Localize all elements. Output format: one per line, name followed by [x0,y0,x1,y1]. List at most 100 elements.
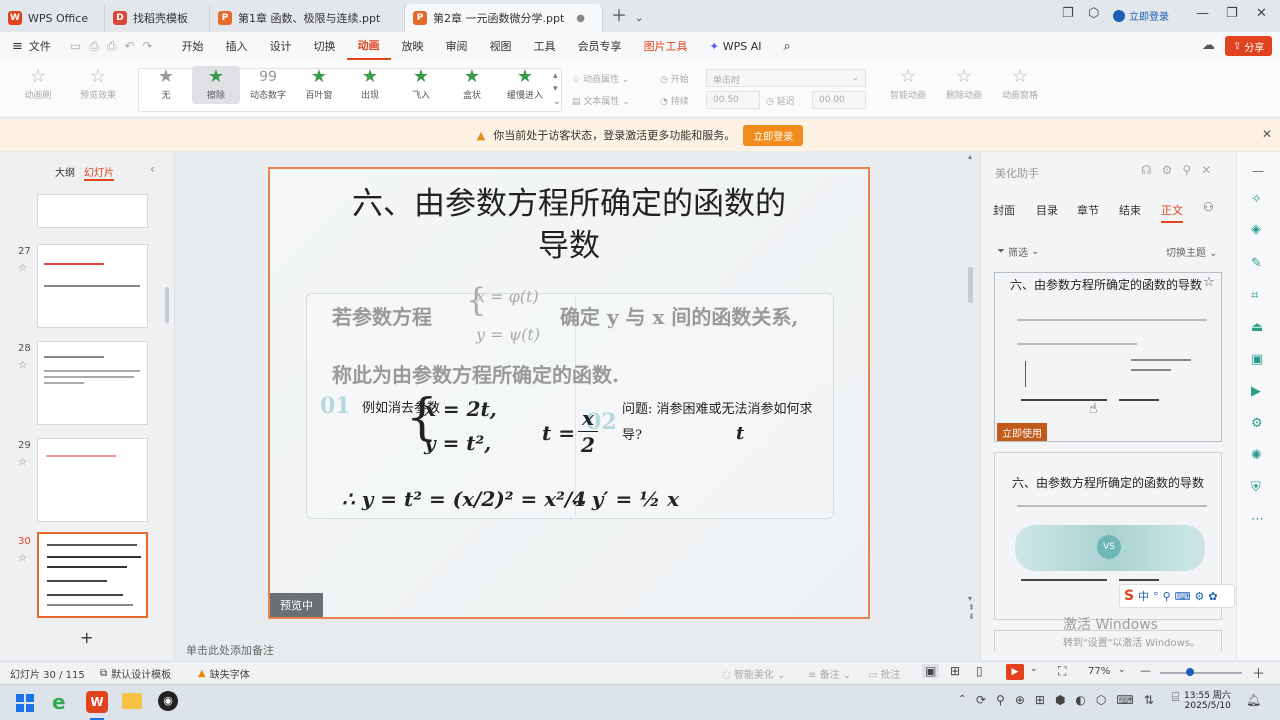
menu-slideshow[interactable]: 放映 [391,38,435,54]
menu-insert[interactable]: 插入 [215,38,259,54]
gallery-scroll-icon[interactable]: ▴ ▾ ⌄ [553,70,561,109]
smart-beautify-button[interactable]: ◌ 智能美化 ⌄ [722,666,785,681]
menu-animation[interactable]: 动画 [346,32,391,60]
window-layout-icon[interactable]: ❐ [1062,6,1074,21]
slide-thumbnail-27[interactable] [37,244,148,328]
pen-icon[interactable]: ✎ [1251,256,1262,271]
folder-icon[interactable] [122,693,142,709]
menu-home[interactable]: 开始 [171,38,215,54]
user-icon[interactable]: ⚇ [1203,200,1214,214]
crop-icon[interactable]: ⌗ [1251,288,1258,303]
quick-access-icons[interactable]: ▭⎙⎙↶↷ [70,39,161,54]
tray-icons[interactable]: ⟳⚲⊕⊞⬢◐⬡⌨⇅ [976,693,1164,707]
start-select[interactable]: 单击时 ⌄ [706,69,866,87]
menu-member[interactable]: 会员专享 [567,38,633,54]
animation-props-button[interactable]: ☆ 动画属性 ⌄ [572,72,629,85]
use-now-button[interactable]: 立即使用 [997,423,1047,441]
slide-thumbnail-29[interactable] [37,438,148,522]
slide-thumbnail-26[interactable] [37,194,148,228]
network-icon[interactable]: ⌸ [1172,690,1179,705]
tab-body[interactable]: 正文 [1161,202,1183,223]
template-card-1[interactable]: 六、由参数方程所确定的函数的导数 ☆ 立即使用 ☝ [994,272,1222,442]
slideshow-play-icon[interactable]: ▶ [1006,664,1024,680]
reading-view-icon[interactable]: ▯ [976,664,983,678]
windows-start-icon[interactable] [16,694,34,712]
menu-wps-ai[interactable]: ✦ WPS AI [699,40,773,53]
menu-file[interactable]: 文件 [23,38,62,54]
tab-docer[interactable]: D 找稻壳模板 [105,4,210,32]
menu-tools[interactable]: 工具 [523,38,567,54]
effect-box[interactable]: ★ 盒状 [448,66,496,101]
tab-outline[interactable]: 大纲 [55,164,75,179]
zoom-level[interactable]: 77% [1088,666,1110,677]
star-outline-icon[interactable]: ☆ [1203,275,1215,290]
preview-effect-button[interactable]: ☆ 预览效果 [70,66,126,101]
effect-wipe[interactable]: ★ 擦除 [192,66,240,104]
menu-transition[interactable]: 切换 [303,38,347,54]
tab-wps-office[interactable]: W WPS Office [0,4,105,32]
zoom-in-icon[interactable]: ＋ [1252,663,1265,682]
shield-icon[interactable]: ⛨ [1251,480,1261,495]
image-icon[interactable]: ▣ [1251,352,1263,367]
wand-icon[interactable]: ✧ [1251,192,1262,207]
tab-cover[interactable]: 封面 [993,202,1015,218]
minimize-icon[interactable]: — [1196,6,1209,21]
notice-login-button[interactable]: 立即登录 [743,124,804,146]
slide-scrollbar[interactable] [968,267,973,303]
tab-ending[interactable]: 结束 [1119,202,1141,218]
add-slide-button[interactable]: + [80,628,93,647]
cloud-upload-icon[interactable]: ☁ [1202,38,1215,53]
close-icon[interactable]: ✕ [1262,127,1272,141]
slide-thumbnail-30[interactable] [37,532,148,618]
browser-icon[interactable]: e [52,690,66,714]
tab-slides[interactable]: 幻灯片 [84,164,114,181]
notification-icon[interactable]: 🔔︎ [1246,693,1261,707]
share-button[interactable]: ⇪ 分享 [1225,36,1273,56]
zoom-slider-thumb[interactable] [1186,668,1194,676]
fit-window-icon[interactable]: ⛶ [1058,664,1066,679]
collapse-icon[interactable]: ‹ [150,162,155,176]
panel-header-icons[interactable]: ☊⚙⚲✕ [1141,163,1221,177]
text-props-button[interactable]: ▤ 文本属性 ⌄ [572,94,630,107]
tab-dot-icon[interactable]: ● [576,13,585,24]
smart-animation-button[interactable]: ☆ 智能动画 [882,66,934,101]
effect-fly-in[interactable]: ★ 飞入 [397,66,445,101]
animation-painter-button[interactable]: ☆ 动画刷 [14,66,62,101]
close-icon[interactable]: ✕ [1256,6,1267,21]
shapes-icon[interactable]: ◈ [1251,222,1261,237]
cube-icon[interactable]: ⬡ [1088,6,1099,21]
sparkle-icon[interactable]: ✺ [1251,448,1262,463]
page-nav-icons[interactable]: ▾ ⇞ ⇟ [968,594,975,621]
effect-blinds[interactable]: ★ 百叶窗 [295,66,343,101]
settings-icon[interactable]: ⚙ [1251,416,1263,431]
new-tab-icon[interactable]: ＋ [611,2,627,26]
switch-theme-dropdown[interactable]: 切换主题 ⌄ [1166,244,1218,259]
chevron-down-icon[interactable]: ⌄ [635,13,643,24]
more-icon[interactable]: ⋯ [1251,512,1264,527]
tray-chevron-icon[interactable]: ⌃ [958,694,966,705]
effect-appear[interactable]: ★ 出现 [346,66,394,101]
filter-dropdown[interactable]: ⏷ 筛选 ⌄ [997,244,1039,259]
hamburger-icon[interactable]: ≡ [12,39,23,54]
animation-pane-button[interactable]: ☆ 动画窗格 [994,66,1046,101]
tab-chapter[interactable]: 章节 [1077,202,1099,218]
minus-icon[interactable]: — [1252,164,1264,178]
notes-placeholder[interactable]: 单击此处添加备注 [186,642,274,658]
tab-toc[interactable]: 目录 [1036,202,1058,218]
wps-taskbar-icon[interactable]: W [86,691,108,713]
menu-review[interactable]: 审阅 [435,38,479,54]
zoom-out-icon[interactable]: — [1140,664,1151,677]
chevron-down-icon[interactable]: ⌄ [1118,665,1126,675]
login-link[interactable]: 立即登录 [1113,8,1169,23]
ime-toolbar[interactable]: S 中°⚲⌨⚙✿ [1119,584,1235,608]
clock[interactable]: 13:55 周六 2025/5/10 [1184,688,1231,711]
play-icon[interactable]: ▶ [1251,384,1261,399]
app-icon[interactable]: ◉ [158,691,178,711]
zoom-slider[interactable] [1160,672,1242,674]
tab-chapter2[interactable]: P 第2章 一元函数微分学.ppt ● [405,4,603,32]
menu-view[interactable]: 视图 [479,38,523,54]
filter-icon[interactable]: ⏏ [1251,320,1263,335]
menu-design[interactable]: 设计 [259,38,303,54]
delete-animation-button[interactable]: ☆ 删除动画 [938,66,990,101]
menu-picture-tools[interactable]: 图片工具 [633,38,699,54]
